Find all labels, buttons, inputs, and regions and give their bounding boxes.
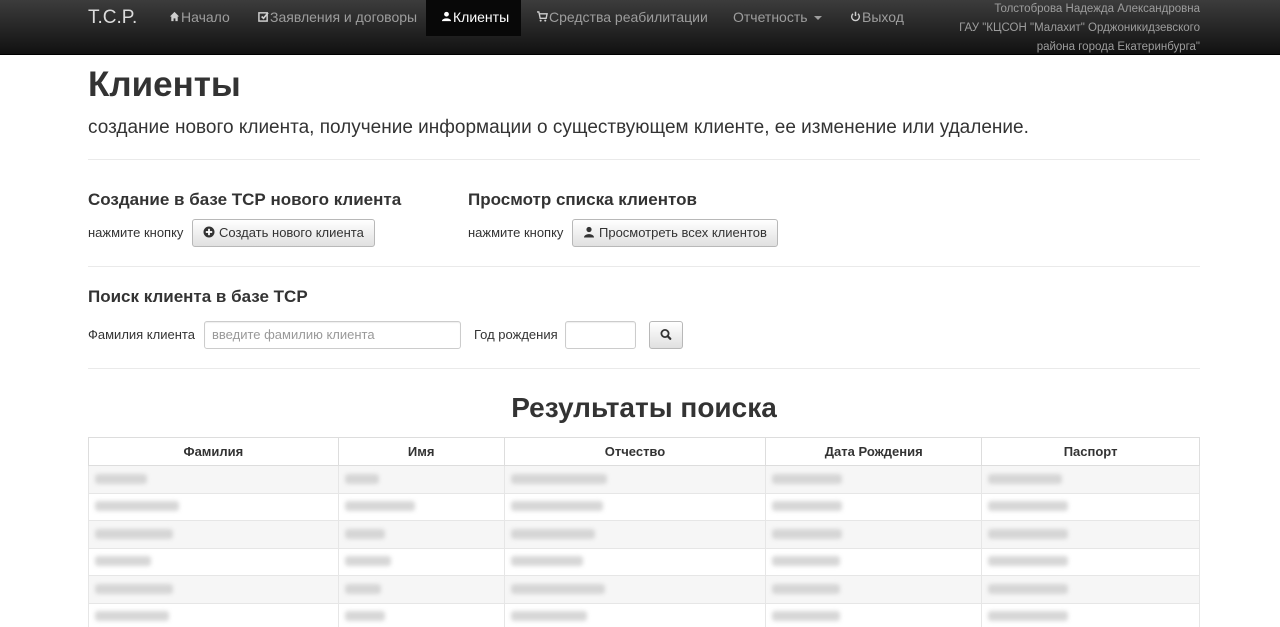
redacted-cell bbox=[988, 556, 1069, 567]
list-hint: нажмите кнопку bbox=[468, 225, 564, 240]
nav-item-logout[interactable]: Выход bbox=[849, 0, 904, 36]
surname-input[interactable]: введите фамилию клиента bbox=[204, 321, 461, 349]
redacted-cell bbox=[95, 556, 151, 567]
column-header-passport: Паспорт bbox=[981, 437, 1200, 466]
redacted-cell bbox=[95, 473, 147, 484]
table-row[interactable] bbox=[88, 547, 1200, 576]
chevron-down-icon bbox=[813, 16, 822, 21]
column-header-surname: Фамилия bbox=[88, 437, 339, 466]
user-name: Толстоброва Надежда Александровна bbox=[994, 3, 1200, 15]
list-section-heading: Просмотр списка клиентов bbox=[468, 190, 697, 209]
home-icon bbox=[168, 2, 180, 36]
divider bbox=[88, 266, 1200, 267]
results-table: Фамилия Имя Отчество Дата Рождения Паспо… bbox=[88, 437, 1200, 627]
view-all-clients-button[interactable]: Просмотреть всех клиентов bbox=[572, 219, 778, 247]
edit-icon bbox=[257, 2, 269, 36]
birth-year-input[interactable] bbox=[565, 321, 636, 349]
column-header-name: Имя bbox=[337, 437, 505, 466]
redacted-cell bbox=[988, 611, 1069, 622]
power-icon bbox=[849, 2, 861, 36]
redacted-cell bbox=[344, 528, 385, 539]
redacted-cell bbox=[510, 528, 595, 539]
divider bbox=[88, 159, 1200, 160]
nav-label-applications: Заявления и договоры bbox=[270, 9, 418, 25]
redacted-cell bbox=[510, 611, 587, 622]
redacted-cell bbox=[772, 473, 843, 484]
redacted-cell bbox=[95, 583, 173, 594]
redacted-cell bbox=[510, 473, 607, 484]
create-hint: нажмите кнопку bbox=[88, 225, 184, 240]
create-client-button[interactable]: Создать нового клиента bbox=[192, 219, 375, 247]
nav-label-rehab-means: Средства реабилитации bbox=[549, 9, 708, 25]
redacted-cell bbox=[772, 501, 843, 512]
search-section-heading: Поиск клиента в базе ТСР bbox=[88, 287, 308, 306]
redacted-cell bbox=[344, 473, 379, 484]
redacted-cell bbox=[988, 473, 1063, 484]
create-client-button-label: Создать нового клиента bbox=[219, 225, 364, 240]
nav-label-logout: Выход bbox=[862, 9, 904, 25]
table-row[interactable] bbox=[88, 492, 1200, 521]
table-row[interactable] bbox=[88, 520, 1200, 549]
results-title: Результаты поиска bbox=[511, 392, 777, 423]
redacted-cell bbox=[510, 583, 605, 594]
nav-item-reports-dropdown[interactable]: Отчетность bbox=[733, 0, 822, 36]
column-header-patronymic: Отчество bbox=[503, 437, 767, 466]
redacted-cell bbox=[772, 611, 841, 622]
redacted-cell bbox=[344, 583, 381, 594]
nav-item-home[interactable]: Начало bbox=[168, 0, 230, 36]
page-title: Клиенты bbox=[88, 65, 241, 104]
table-header-row: Фамилия Имя Отчество Дата Рождения Паспо… bbox=[88, 437, 1200, 466]
brand-logo[interactable]: T.C.P. bbox=[88, 7, 137, 29]
birth-year-label: Год рождения bbox=[474, 327, 558, 342]
redacted-cell bbox=[344, 611, 385, 622]
redacted-cell bbox=[510, 501, 603, 512]
redacted-cell bbox=[344, 556, 391, 567]
table-row[interactable] bbox=[88, 465, 1200, 494]
view-all-clients-button-label: Просмотреть всех клиентов bbox=[599, 225, 767, 240]
plus-circle-icon bbox=[203, 221, 215, 238]
create-section-heading: Создание в базе ТСР нового клиента bbox=[88, 190, 402, 209]
nav-item-applications[interactable]: Заявления и договоры bbox=[257, 0, 417, 36]
table-row[interactable] bbox=[88, 602, 1200, 627]
surname-label: Фамилия клиента bbox=[88, 327, 195, 342]
user-org-line1: ГАУ "КЦСОН "Малахит" Орджоникидзевского bbox=[959, 22, 1200, 34]
user-info: Толстоброва Надежда Александровна ГАУ "К… bbox=[900, 0, 1200, 57]
top-navbar: T.C.P. Начало Заявления и договоры Клиен… bbox=[0, 0, 1280, 55]
redacted-cell bbox=[988, 528, 1069, 539]
nav-item-clients[interactable]: Клиенты bbox=[426, 0, 521, 36]
redacted-cell bbox=[95, 528, 173, 539]
user-icon bbox=[583, 221, 595, 238]
user-org-line2: района города Екатеринбурга" bbox=[1036, 41, 1200, 53]
nav-label-home: Начало bbox=[181, 9, 230, 25]
redacted-cell bbox=[988, 583, 1069, 594]
nav-item-rehab-means[interactable]: Средства реабилитации bbox=[536, 0, 708, 36]
redacted-cell bbox=[772, 556, 841, 567]
search-button[interactable] bbox=[649, 321, 683, 349]
redacted-cell bbox=[344, 501, 415, 512]
redacted-cell bbox=[95, 501, 179, 512]
page-lead: создание нового клиента, получение инфор… bbox=[88, 117, 1029, 138]
table-row[interactable] bbox=[88, 575, 1200, 604]
cart-icon bbox=[536, 2, 548, 36]
redacted-cell bbox=[510, 556, 583, 567]
redacted-cell bbox=[772, 583, 841, 594]
divider bbox=[88, 368, 1200, 369]
nav-label-clients: Клиенты bbox=[453, 9, 510, 25]
user-icon bbox=[440, 2, 452, 36]
redacted-cell bbox=[772, 528, 843, 539]
column-header-birthdate: Дата Рождения bbox=[765, 437, 983, 466]
search-icon bbox=[660, 329, 672, 340]
nav-label-reports: Отчетность bbox=[733, 9, 808, 25]
redacted-cell bbox=[988, 501, 1069, 512]
redacted-cell bbox=[95, 611, 169, 622]
